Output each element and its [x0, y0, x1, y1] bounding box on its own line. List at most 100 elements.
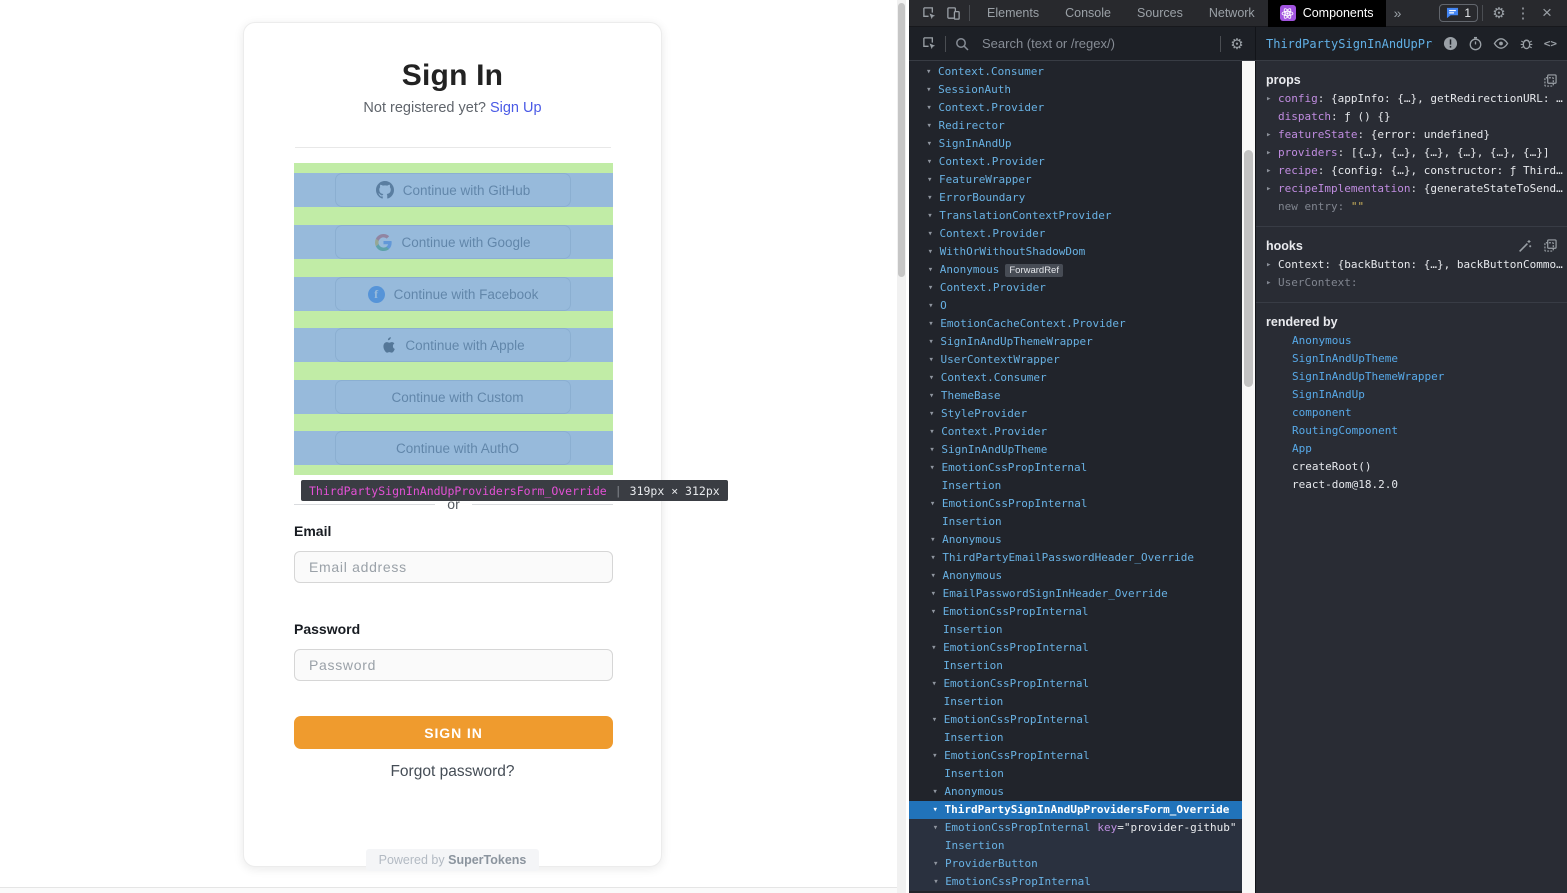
tree-row-EmotionCssPropInternal[interactable]: ▾EmotionCssPropInternal — [909, 711, 1242, 729]
rendered-by-App[interactable]: App — [1266, 440, 1567, 458]
devtools-menu-icon[interactable]: ⋮ — [1511, 4, 1535, 22]
expand-arrow-icon[interactable]: ▾ — [926, 63, 938, 81]
tree-row-Context.Consumer[interactable]: ▾Context.Consumer — [909, 63, 1242, 81]
expand-arrow-icon[interactable]: ▾ — [930, 459, 942, 477]
tree-scrollbar[interactable] — [1242, 61, 1255, 893]
expand-arrow-icon[interactable]: ▾ — [932, 747, 944, 765]
tree-row-Context.Consumer[interactable]: ▾Context.Consumer — [909, 369, 1242, 387]
password-field[interactable] — [294, 649, 613, 681]
expand-arrow-icon[interactable]: ▾ — [926, 81, 938, 99]
tree-row-Context.Provider[interactable]: ▾Context.Provider — [909, 423, 1242, 441]
tree-row-Anonymous[interactable]: ▾AnonymousForwardRef — [909, 261, 1242, 279]
expand-arrow-icon[interactable]: ▾ — [932, 711, 944, 729]
expand-arrow-icon[interactable]: ▸ — [1266, 162, 1278, 180]
rendered-by-component[interactable]: component — [1266, 404, 1567, 422]
devtools-close-icon[interactable]: × — [1535, 3, 1559, 23]
expand-arrow-icon[interactable]: ▾ — [927, 135, 939, 153]
expand-arrow-icon[interactable]: ▸ — [1266, 144, 1278, 162]
suspense-timer-icon[interactable] — [1468, 36, 1483, 51]
tree-row-SignInAndUpThemeWrapper[interactable]: ▾SignInAndUpThemeWrapper — [909, 333, 1242, 351]
props-row-dispatch[interactable]: dispatch: ƒ () {} — [1266, 108, 1567, 126]
expand-arrow-icon[interactable]: ▾ — [933, 855, 945, 873]
email-field[interactable] — [294, 551, 613, 583]
expand-arrow-icon[interactable]: ▾ — [927, 153, 939, 171]
expand-arrow-icon[interactable]: ▾ — [933, 819, 945, 837]
tree-row-Context.Provider[interactable]: ▾Context.Provider — [909, 99, 1242, 117]
tree-row-Insertion[interactable]: Insertion — [909, 621, 1242, 639]
tree-row-SessionAuth[interactable]: ▾SessionAuth — [909, 81, 1242, 99]
view-source-code-icon[interactable]: <> — [1544, 37, 1557, 50]
tree-row-StyleProvider[interactable]: ▾StyleProvider — [909, 405, 1242, 423]
tree-row-Insertion[interactable]: Insertion — [909, 657, 1242, 675]
expand-arrow-icon[interactable]: ▾ — [928, 243, 940, 261]
forgot-password-link[interactable]: Forgot password? — [244, 763, 661, 781]
tree-row-Insertion[interactable]: Insertion — [909, 837, 1242, 855]
inspect-dom-eye-icon[interactable] — [1493, 36, 1509, 51]
tree-row-EmotionCacheContext.Provider[interactable]: ▾EmotionCacheContext.Provider — [909, 315, 1242, 333]
hooks-row-Context[interactable]: ▸Context: {backButton: {…}, backButtonCo… — [1266, 256, 1567, 274]
error-boundary-icon[interactable] — [1443, 36, 1458, 51]
tree-row-ThirdPartySignInAndUpProvidersForm_Override[interactable]: ▾ThirdPartySignInAndUpProvidersForm_Over… — [909, 801, 1242, 819]
more-tabs-icon[interactable]: » — [1386, 5, 1410, 21]
hooks-row-UserContext[interactable]: ▸UserContext: — [1266, 274, 1567, 292]
props-row-recipeImplementation[interactable]: ▸recipeImplementation: {generateStateToS… — [1266, 180, 1567, 198]
props-row-new-entry[interactable]: new entry: "" — [1266, 198, 1567, 216]
tree-row-EmotionCssPropInternal[interactable]: ▾EmotionCssPropInternal — [909, 603, 1242, 621]
tree-row-Insertion[interactable]: Insertion — [909, 765, 1242, 783]
tree-row-EmotionCssPropInternal[interactable]: ▾EmotionCssPropInternal — [909, 747, 1242, 765]
tree-row-EmailPasswordSignInHeader_Override[interactable]: ▾EmailPasswordSignInHeader_Override — [909, 585, 1242, 603]
tab-sources[interactable]: Sources — [1124, 0, 1196, 27]
rendered-by-SignInAndUpThemeWrapper[interactable]: SignInAndUpThemeWrapper — [1266, 368, 1567, 386]
props-row-recipe[interactable]: ▸recipe: {config: {…}, constructor: ƒ Th… — [1266, 162, 1567, 180]
expand-arrow-icon[interactable]: ▾ — [930, 549, 942, 567]
devtools-settings-icon[interactable]: ⚙ — [1487, 4, 1511, 22]
inspect-element-icon[interactable] — [917, 1, 941, 25]
expand-arrow-icon[interactable]: ▾ — [931, 585, 943, 603]
tree-row-Anonymous[interactable]: ▾Anonymous — [909, 531, 1242, 549]
tree-row-Insertion[interactable]: Insertion — [909, 477, 1242, 495]
expand-arrow-icon[interactable]: ▸ — [1266, 126, 1278, 144]
rendered-by-SignInAndUpTheme[interactable]: SignInAndUpTheme — [1266, 350, 1567, 368]
expand-arrow-icon[interactable]: ▾ — [929, 441, 941, 459]
expand-arrow-icon[interactable]: ▸ — [1266, 274, 1278, 292]
expand-arrow-icon[interactable]: ▾ — [929, 369, 941, 387]
expand-arrow-icon[interactable]: ▾ — [926, 117, 938, 135]
expand-arrow-icon[interactable]: ▾ — [929, 405, 941, 423]
tree-row-EmotionCssPropInternal[interactable]: ▾EmotionCssPropInternal — [909, 639, 1242, 657]
rendered-by-Anonymous[interactable]: Anonymous — [1266, 332, 1567, 350]
tree-row-Context.Provider[interactable]: ▾Context.Provider — [909, 225, 1242, 243]
signup-link[interactable]: Sign Up — [490, 100, 542, 116]
expand-arrow-icon[interactable]: ▸ — [1266, 256, 1278, 274]
tree-row-Insertion[interactable]: Insertion — [909, 513, 1242, 531]
tab-elements[interactable]: Elements — [974, 0, 1052, 27]
tree-row-ErrorBoundary[interactable]: ▾ErrorBoundary — [909, 189, 1242, 207]
expand-arrow-icon[interactable]: ▾ — [928, 297, 940, 315]
parse-hook-names-wand-icon[interactable] — [1518, 239, 1532, 253]
tree-scrollbar-thumb[interactable] — [1244, 150, 1253, 387]
provider-button-custom[interactable]: Continue with Custom — [335, 380, 571, 414]
expand-arrow-icon[interactable]: ▾ — [930, 495, 942, 513]
expand-arrow-icon[interactable]: ▾ — [928, 261, 940, 279]
expand-arrow-icon[interactable]: ▾ — [927, 189, 939, 207]
tree-row-WithOrWithoutShadowDom[interactable]: ▾WithOrWithoutShadowDom — [909, 243, 1242, 261]
page-scrollbar[interactable] — [897, 0, 906, 893]
props-row-providers[interactable]: ▸providers: [{…}, {…}, {…}, {…}, {…}, {…… — [1266, 144, 1567, 162]
expand-arrow-icon[interactable]: ▾ — [928, 333, 940, 351]
tree-row-Context.Provider[interactable]: ▾Context.Provider — [909, 279, 1242, 297]
tree-row-Insertion[interactable]: Insertion — [909, 693, 1242, 711]
expand-arrow-icon[interactable]: ▾ — [927, 207, 939, 225]
provider-button-autho[interactable]: Continue with AuthO — [335, 431, 571, 465]
expand-arrow-icon[interactable]: ▾ — [932, 783, 944, 801]
tab-console[interactable]: Console — [1052, 0, 1124, 27]
tree-row-SignInAndUpTheme[interactable]: ▾SignInAndUpTheme — [909, 441, 1242, 459]
tree-row-EmotionCssPropInternal[interactable]: ▾EmotionCssPropInternal — [909, 495, 1242, 513]
expand-arrow-icon[interactable]: ▾ — [931, 639, 943, 657]
expand-arrow-icon[interactable]: ▸ — [1266, 90, 1278, 108]
expand-arrow-icon[interactable]: ▾ — [931, 603, 943, 621]
copy-props-icon[interactable] — [1544, 74, 1557, 87]
expand-arrow-icon[interactable]: ▾ — [927, 225, 939, 243]
tree-row-FeatureWrapper[interactable]: ▾FeatureWrapper — [909, 171, 1242, 189]
copy-hooks-icon[interactable] — [1544, 239, 1557, 253]
provider-button-apple[interactable]: Continue with Apple — [335, 328, 571, 362]
signin-button[interactable]: SIGN IN — [294, 716, 613, 749]
